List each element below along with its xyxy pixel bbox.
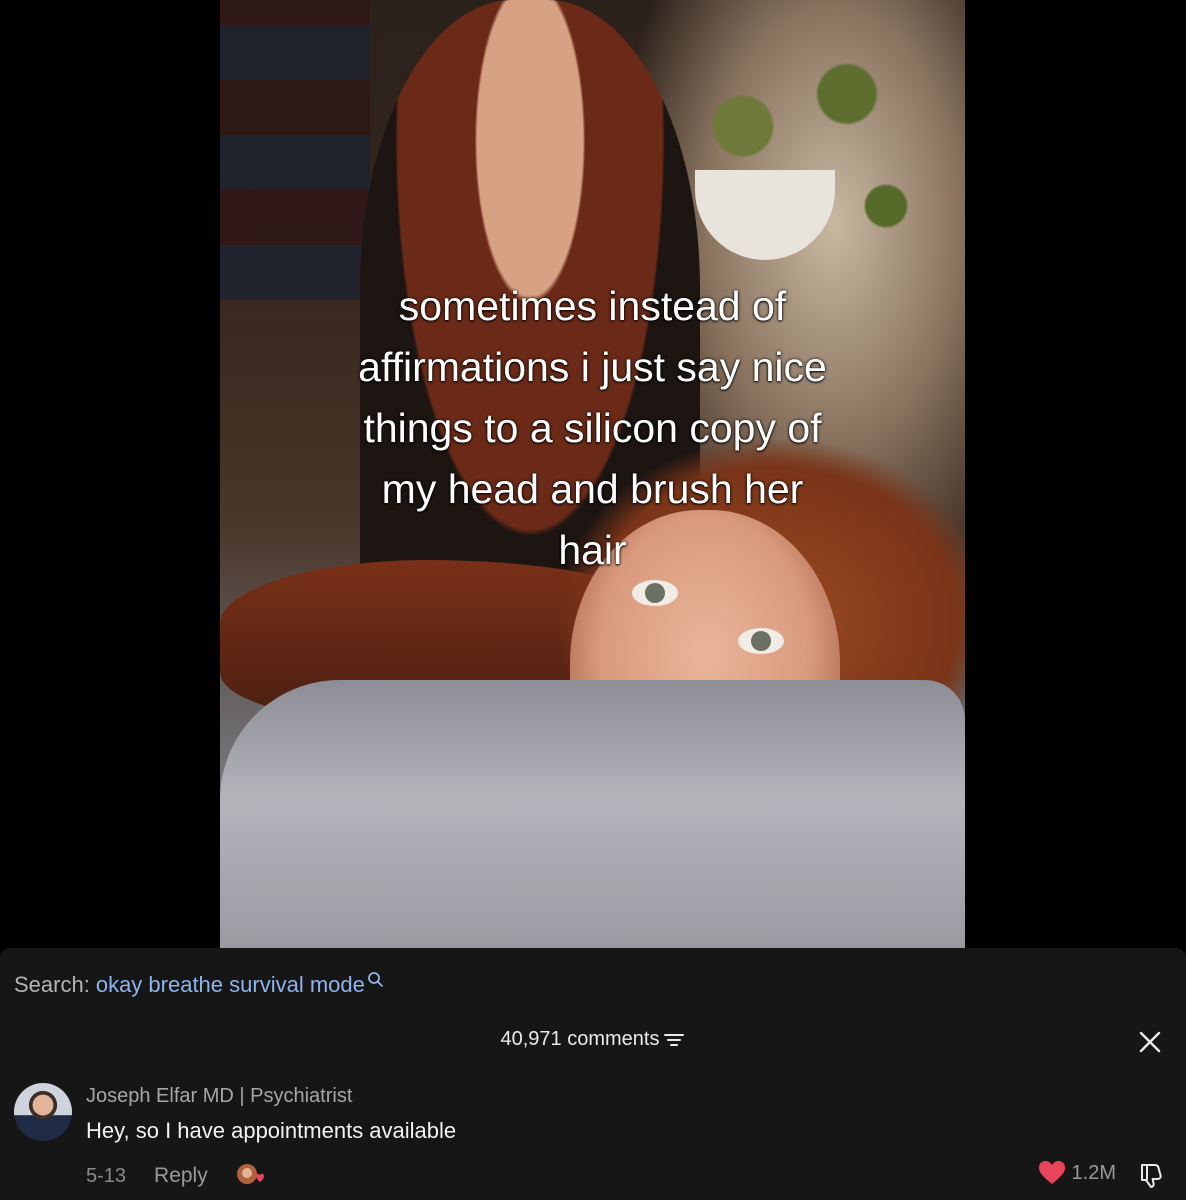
left-eye [632,580,678,606]
right-eye [738,628,784,654]
search-query-link[interactable]: okay breathe survival mode [96,970,365,1000]
comments-count-header[interactable]: 40,971 comments [0,1028,1186,1051]
comment-meta: 5-13 Reply [86,1162,268,1190]
search-suggestion[interactable]: Search: okay breathe survival mode [14,970,385,1000]
gray-blanket [220,680,965,948]
comment-text: Hey, so I have appointments available [86,1118,457,1143]
wall-posters [220,0,370,300]
video-player[interactable]: sometimes instead of affirmations i just… [220,0,965,948]
like-button[interactable]: 1.2M [1038,1160,1116,1186]
comment-author[interactable]: Joseph Elfar MD | Psychiatrist [86,1085,352,1108]
comments-count: 40,971 comments [500,1028,660,1050]
comment-date: 5-13 [86,1164,127,1187]
dislike-icon[interactable] [1138,1161,1166,1189]
avatar[interactable] [14,1083,72,1141]
reply-button[interactable]: Reply [154,1164,208,1188]
sort-filter-icon[interactable] [663,1032,685,1048]
search-icon [367,972,383,987]
close-icon[interactable] [1138,1030,1162,1054]
like-count: 1.2M [1071,1161,1116,1184]
comments-panel: Search: okay breathe survival mode 40,97… [0,948,1186,1200]
video-caption: sometimes instead of affirmations i just… [358,283,827,573]
search-prefix: Search: [14,972,90,997]
heart-icon [1038,1161,1065,1184]
creator-liked-icon [236,1164,264,1184]
